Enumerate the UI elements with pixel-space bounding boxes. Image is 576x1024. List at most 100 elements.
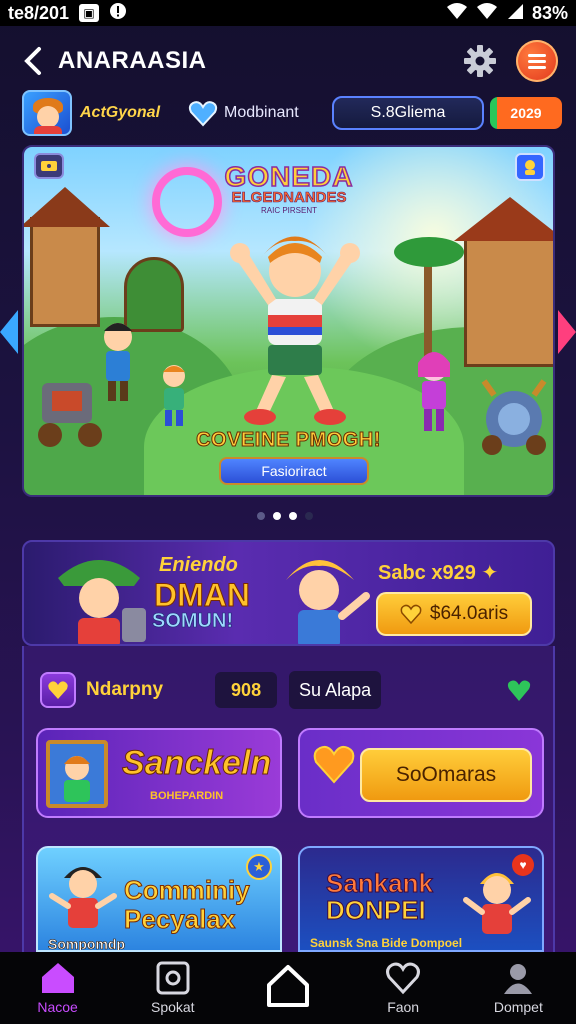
character-icon xyxy=(525,160,535,175)
content-panel: Ndarpny 908 Su Alapa Sanckeln BOHEPARDIN… xyxy=(22,646,555,952)
game-card-title-line2: DONPEI xyxy=(326,895,427,926)
stat-row: Ndarpny 908 Su Alapa xyxy=(40,670,540,710)
camera-icon xyxy=(156,961,190,995)
promo-title-line2: DMAN xyxy=(154,577,251,614)
hero-logo-line2: ELGEDNANDES xyxy=(231,189,347,207)
game-card-title-line1: Comminiy xyxy=(124,875,251,905)
status-bar: te8/201 ▣ 83% xyxy=(0,0,576,26)
avatar[interactable] xyxy=(22,90,72,136)
nav-snapshot-label: Spokat xyxy=(150,999,195,1015)
promo-reward-text: Sabc x929 xyxy=(378,562,476,584)
game-card-title-line1: Sankank xyxy=(326,868,434,898)
settings-button[interactable] xyxy=(460,41,500,81)
score-badge[interactable]: 2029 xyxy=(490,97,562,129)
stat-heart-button[interactable] xyxy=(40,672,76,708)
reward-card[interactable]: SoOmaras xyxy=(298,728,544,818)
nav-profile[interactable]: Dompet xyxy=(468,961,568,1015)
stat-label: Ndarpny xyxy=(86,679,164,700)
game-character-art xyxy=(49,867,117,928)
hamburger-icon xyxy=(528,51,546,72)
reward-button[interactable]: SoOmaras xyxy=(360,748,532,802)
hero-cta-button[interactable]: Fasioriract xyxy=(219,457,369,485)
heart-icon xyxy=(400,604,422,624)
promo-buy-label: $64.0aris xyxy=(429,603,509,624)
portal-ring-art xyxy=(152,167,222,237)
left-house-art xyxy=(30,217,100,327)
game-card[interactable]: Sankank DONPEI Saunsk Sna Bide Dompoel ♥ xyxy=(298,846,544,952)
portrait-frame-art xyxy=(46,740,108,808)
sancklein-subtitle: BOHEPARDIN xyxy=(150,790,224,802)
nav-center-home[interactable] xyxy=(238,963,338,1013)
chevron-left-icon xyxy=(24,47,41,75)
status-time: te8/201 xyxy=(8,2,70,23)
back-button[interactable] xyxy=(18,41,48,81)
hero-caption: COVEINE PMOGH! xyxy=(196,429,381,452)
gear-icon xyxy=(464,45,496,77)
nav-favorites[interactable]: Faon xyxy=(353,961,453,1015)
carousel-dot[interactable] xyxy=(289,512,297,520)
green-heart-icon[interactable] xyxy=(506,677,532,703)
game-card[interactable]: Comminiy Pecyalax Sompomdp ★ xyxy=(36,846,282,952)
hero-corner-right-button[interactable] xyxy=(515,153,545,181)
battery-level: 83% xyxy=(531,2,568,23)
promo-title-line1: Eniendo xyxy=(159,554,238,576)
heart-icon xyxy=(48,681,68,699)
hero-character-art xyxy=(230,236,360,425)
stat-text: Su Alapa xyxy=(289,671,382,709)
carousel-dot[interactable] xyxy=(257,512,265,520)
promo-title-line3: SOMUN! xyxy=(152,610,234,633)
alert-icon xyxy=(109,2,127,25)
promo-buy-button[interactable]: $64.0aris xyxy=(376,592,532,636)
game-card-subtitle: Saunsk Sna Bide Dompoel xyxy=(310,936,463,950)
orange-heart-icon xyxy=(313,745,355,784)
page-title: ANARAASIA xyxy=(58,47,207,74)
nav-favorites-label: Faon xyxy=(387,999,420,1015)
bottom-nav: Nacoe Spokat Faon Dompet xyxy=(0,952,576,1024)
home-icon xyxy=(41,963,74,993)
heart-icon xyxy=(188,101,218,127)
star-icon[interactable]: ★ xyxy=(246,854,272,880)
house-outline-icon xyxy=(266,965,309,1007)
promo-card[interactable]: Eniendo DMAN SOMUN! Sabc x929 ✦ $64.0ari… xyxy=(22,540,555,646)
coin-balance[interactable]: S.8Gliema xyxy=(332,96,484,130)
right-house-art xyxy=(464,237,553,367)
username: ActGyonal xyxy=(80,104,161,121)
notification-icon: ▣ xyxy=(79,4,100,22)
promo-character-art xyxy=(58,560,146,644)
sparkle-icon: ✦ xyxy=(481,562,499,584)
game-card-subtitle: Sompomdp xyxy=(48,936,126,952)
hero-banner[interactable]: GONEDA ELGEDNANDES RAIC PIRSENT COVEINE … xyxy=(22,145,555,497)
game-card-title: Comminiy Pecyalax xyxy=(124,875,251,934)
cell-signal-icon xyxy=(506,2,524,25)
pink-character-art xyxy=(418,352,450,431)
ticket-icon xyxy=(41,161,57,171)
sancklein-card[interactable]: Sanckeln BOHEPARDIN xyxy=(36,728,282,818)
heart-icon[interactable]: ♥ xyxy=(512,854,534,876)
user-icon xyxy=(504,964,533,994)
menu-button[interactable] xyxy=(516,40,558,82)
app-header: ANARAASIA xyxy=(0,26,576,96)
promo-reward: Sabc x929 ✦ xyxy=(378,560,498,585)
sancklein-title: Sanckeln xyxy=(121,744,272,783)
nav-snapshot[interactable]: Spokat xyxy=(123,961,223,1015)
hero-logo: GONEDA ELGEDNANDES RAIC PIRSENT xyxy=(219,160,359,217)
user-status: Modbinant xyxy=(224,104,299,121)
game-card-title: Sankank DONPEI xyxy=(326,868,434,926)
nav-home-label: Nacoe xyxy=(37,999,78,1015)
stat-value: 908 xyxy=(215,672,278,708)
nav-home[interactable]: Nacoe xyxy=(8,961,108,1015)
hero-corner-left-button[interactable] xyxy=(34,153,64,179)
carousel-dots xyxy=(257,512,313,520)
game-card-title-line2: Pecyalax xyxy=(124,903,236,934)
heart-outline-icon xyxy=(386,962,421,995)
carousel-prev-arrow[interactable] xyxy=(0,310,18,354)
promo-hero-art xyxy=(286,560,370,644)
signal-icon xyxy=(476,2,498,25)
carousel-dot[interactable] xyxy=(305,512,313,520)
wifi-icon xyxy=(446,2,468,25)
nav-profile-label: Dompet xyxy=(493,999,543,1015)
carousel-next-arrow[interactable] xyxy=(558,310,576,354)
hero-logo-line3: RAIC PIRSENT xyxy=(260,206,317,215)
carousel-dot-active[interactable] xyxy=(273,512,281,520)
small-character-art xyxy=(163,365,185,426)
